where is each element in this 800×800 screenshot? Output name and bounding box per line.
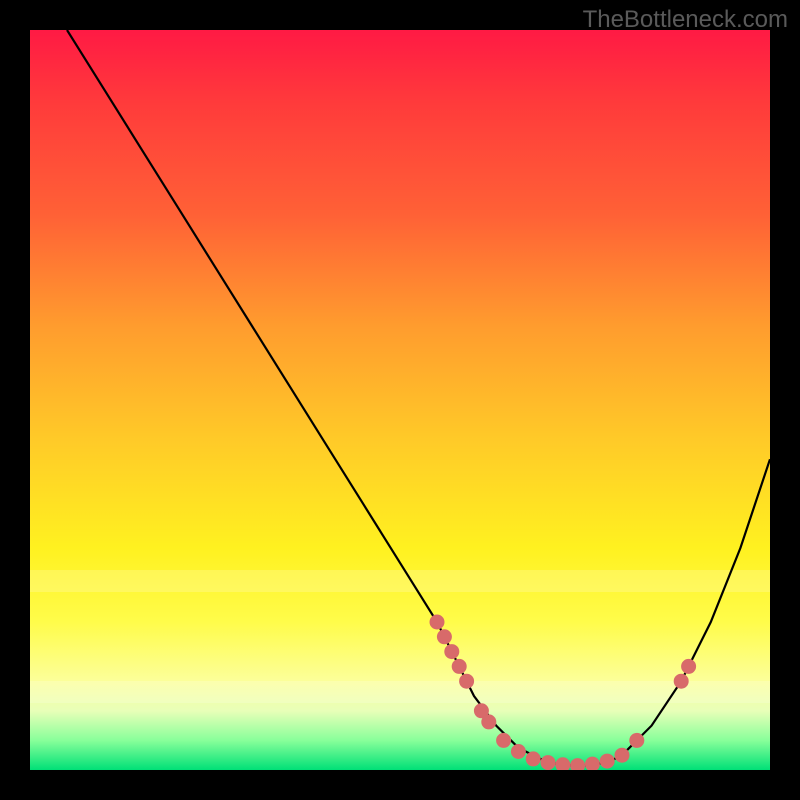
attribution-text: TheBottleneck.com <box>583 6 788 34</box>
data-marker <box>460 674 474 688</box>
data-marker <box>571 759 585 770</box>
data-marker <box>682 659 696 673</box>
data-marker <box>437 630 451 644</box>
data-marker <box>556 758 570 770</box>
data-marker <box>526 752 540 766</box>
data-marker <box>430 615 444 629</box>
bottleneck-curve <box>67 30 770 766</box>
data-marker <box>482 715 496 729</box>
chart-svg <box>30 30 770 770</box>
data-marker <box>452 659 466 673</box>
data-marker <box>541 756 555 770</box>
data-marker <box>674 674 688 688</box>
data-marker <box>615 748 629 762</box>
data-marker <box>445 645 459 659</box>
data-marker <box>511 745 525 759</box>
plot-area <box>30 30 770 770</box>
data-marker <box>630 733 644 747</box>
data-marker <box>585 757 599 770</box>
data-marker <box>600 754 614 768</box>
marker-group <box>430 615 696 770</box>
data-marker <box>497 733 511 747</box>
